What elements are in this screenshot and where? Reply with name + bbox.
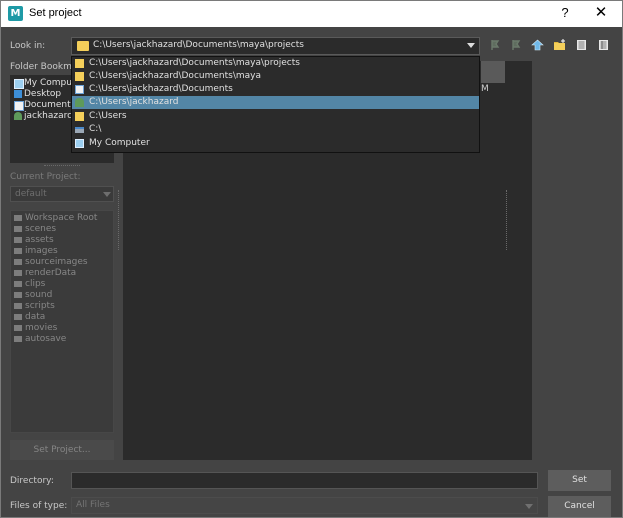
- folder-icon: [75, 59, 84, 68]
- dropdown-option-label: C:\Users\jackhazard: [89, 97, 179, 107]
- folder-icon: [14, 237, 22, 243]
- column-cell-text: M: [481, 84, 489, 94]
- computer-icon: [14, 79, 24, 89]
- dropdown-option[interactable]: C:\Users\jackhazard\Documents: [72, 83, 479, 96]
- title-bar: [0, 0, 623, 27]
- folder-icon: [77, 41, 89, 51]
- chevron-down-icon[interactable]: [103, 192, 111, 197]
- files-of-type-label: Files of type:: [10, 501, 68, 511]
- current-project-combobox[interactable]: default: [10, 186, 114, 202]
- files-of-type-combobox[interactable]: All Files: [71, 497, 538, 514]
- maya-app-icon: M: [8, 6, 23, 21]
- parent-folder-icon[interactable]: [531, 39, 544, 51]
- dropdown-option-label: C:\Users: [89, 111, 127, 121]
- look-in-combobox[interactable]: C:\Users\jackhazard\Documents\maya\proje…: [71, 37, 480, 55]
- list-item-label: renderData: [25, 268, 77, 278]
- computer-icon: [75, 139, 84, 148]
- detail-view-icon[interactable]: [597, 39, 610, 51]
- folder-icon: [14, 336, 22, 342]
- documents-icon: [14, 101, 24, 111]
- window-title: Set project: [29, 7, 82, 19]
- dropdown-option[interactable]: C:\Users: [72, 110, 479, 123]
- folder-icon: [14, 270, 22, 276]
- list-item-label: images: [25, 246, 58, 256]
- folder-icon: [75, 112, 84, 121]
- workspace-list[interactable]: Workspace Root scenes assets images sour…: [10, 210, 114, 433]
- chevron-down-icon[interactable]: [525, 504, 533, 509]
- list-item-label: assets: [25, 235, 54, 245]
- list-item-label: movies: [25, 323, 58, 333]
- set-button[interactable]: Set: [548, 470, 611, 491]
- back-icon[interactable]: [489, 39, 502, 51]
- directory-input[interactable]: [71, 472, 538, 489]
- set-project-button[interactable]: Set Project...: [10, 440, 114, 460]
- bookmark-label: jackhazarc: [24, 111, 73, 121]
- list-item-label: autosave: [25, 334, 67, 344]
- splitter-handle[interactable]: [506, 190, 508, 250]
- dropdown-option[interactable]: C:\Users\jackhazard\Documents\maya\proje…: [72, 57, 479, 70]
- splitter-handle[interactable]: [118, 190, 120, 250]
- dropdown-option[interactable]: C:\: [72, 123, 479, 136]
- directory-label: Directory:: [10, 476, 54, 486]
- folder-icon: [14, 248, 22, 254]
- folder-icon: [14, 259, 22, 265]
- dropdown-option-label: C:\Users\jackhazard\Documents: [89, 84, 233, 94]
- folder-icon: [75, 72, 84, 81]
- files-of-type-value: All Files: [76, 500, 110, 510]
- list-item-label: scenes: [25, 224, 57, 234]
- forward-icon[interactable]: [510, 39, 523, 51]
- list-view-icon[interactable]: [575, 39, 588, 51]
- folder-icon: [14, 325, 22, 331]
- dropdown-option-selected[interactable]: C:\Users\jackhazard: [72, 96, 479, 109]
- cancel-button[interactable]: Cancel: [548, 496, 611, 517]
- folder-icon: [14, 292, 22, 298]
- user-icon: [14, 112, 22, 120]
- look-in-label: Look in:: [10, 41, 46, 51]
- bookmark-label: My Compu: [24, 78, 72, 88]
- documents-icon: [75, 85, 84, 94]
- list-item-label: scripts: [25, 301, 55, 311]
- bookmark-label: Document: [24, 100, 71, 110]
- close-button[interactable]: ✕: [592, 3, 610, 23]
- bookmark-label: Desktop: [24, 89, 62, 99]
- dropdown-option[interactable]: C:\Users\jackhazard\Documents\maya: [72, 70, 479, 83]
- desktop-icon: [14, 90, 22, 98]
- list-item-label: clips: [25, 279, 46, 289]
- dropdown-option-label: C:\Users\jackhazard\Documents\maya\proje…: [89, 58, 300, 68]
- help-button[interactable]: ?: [556, 3, 574, 23]
- dropdown-option-label: C:\: [89, 124, 102, 134]
- current-project-label: Current Project:: [10, 172, 81, 182]
- dropdown-option-label: C:\Users\jackhazard\Documents\maya: [89, 71, 261, 81]
- drive-icon: [75, 127, 84, 133]
- chevron-down-icon[interactable]: [467, 43, 475, 48]
- list-item-label: sourceimages: [25, 257, 88, 267]
- dropdown-option-label: My Computer: [89, 138, 150, 148]
- folder-icon: [14, 215, 22, 221]
- look-in-dropdown-list[interactable]: C:\Users\jackhazard\Documents\maya\proje…: [71, 56, 480, 153]
- splitter-handle[interactable]: [44, 165, 80, 168]
- column-header[interactable]: [481, 61, 505, 83]
- folder-icon: [14, 281, 22, 287]
- dropdown-option[interactable]: My Computer: [72, 137, 479, 150]
- look-in-value: C:\Users\jackhazard\Documents\maya\proje…: [93, 40, 304, 50]
- list-item-label: data: [25, 312, 46, 322]
- new-folder-icon[interactable]: [553, 39, 566, 51]
- folder-icon: [14, 226, 22, 232]
- list-item-label: sound: [25, 290, 53, 300]
- current-project-value: default: [15, 189, 47, 199]
- folder-icon: [14, 303, 22, 309]
- folder-icon: [14, 314, 22, 320]
- folder-bookmarks-label: Folder Bookm: [10, 62, 72, 72]
- user-icon: [75, 98, 84, 107]
- list-item-label: Workspace Root: [25, 213, 98, 223]
